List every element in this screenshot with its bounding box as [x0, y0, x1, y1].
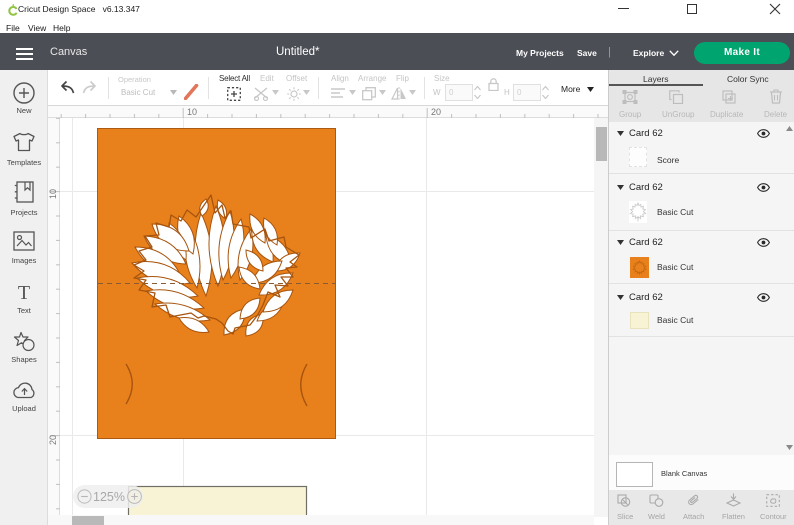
svg-text:10: 10: [48, 189, 58, 199]
svg-text:20: 20: [48, 435, 58, 445]
svg-text:20: 20: [431, 107, 441, 117]
svg-text:10: 10: [187, 107, 197, 117]
